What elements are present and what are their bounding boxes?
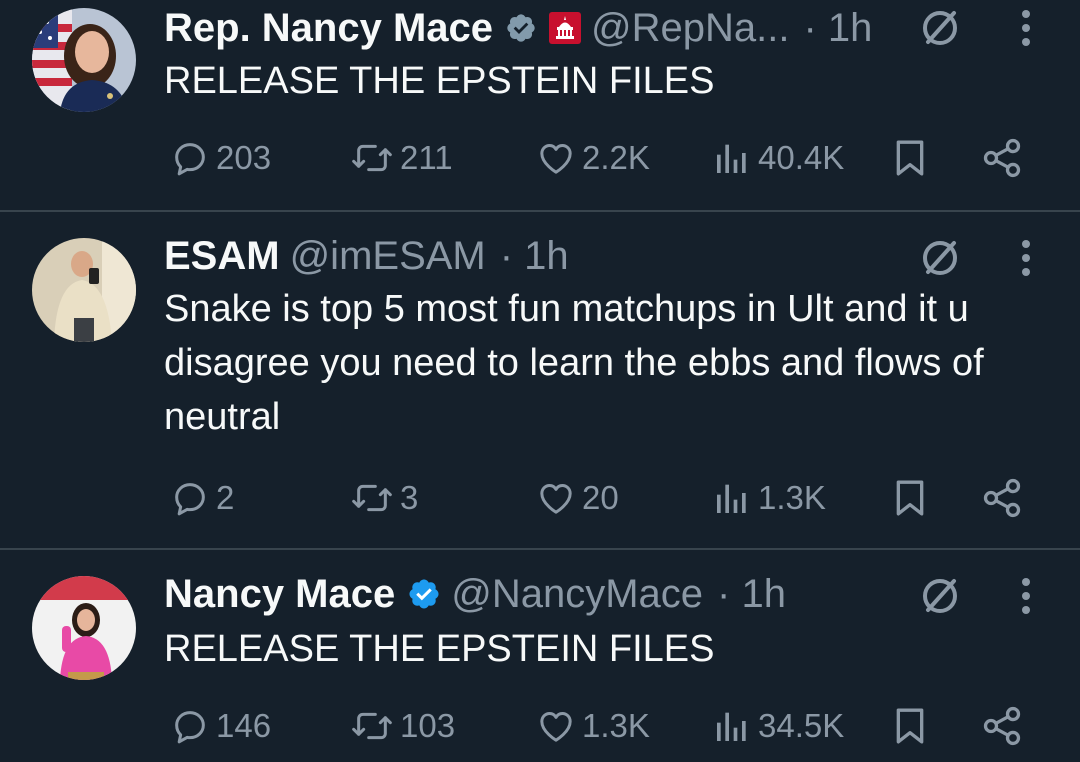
repost-icon bbox=[350, 706, 394, 746]
verified-badge-icon bbox=[505, 12, 537, 44]
user-handle[interactable]: @NancyMace bbox=[451, 572, 703, 617]
tweet[interactable]: Rep. Nancy Mace @RepNa... · 1h RELEASE T… bbox=[0, 0, 1080, 210]
view-count: 34.5K bbox=[758, 707, 845, 744]
view-count: 1.3K bbox=[758, 479, 826, 516]
like-count: 2.2K bbox=[582, 139, 650, 176]
repost-button[interactable]: 3 bbox=[350, 470, 418, 526]
reply-count: 203 bbox=[216, 139, 272, 176]
tweet-header: ESAM @imESAM · 1h bbox=[164, 230, 970, 282]
display-name[interactable]: ESAM bbox=[164, 234, 280, 279]
grok-icon[interactable] bbox=[918, 236, 962, 280]
like-count: 1.3K bbox=[582, 707, 650, 744]
avatar[interactable] bbox=[32, 8, 136, 112]
user-handle[interactable]: @imESAM bbox=[290, 234, 486, 279]
analytics-icon bbox=[712, 478, 752, 518]
reply-count: 2 bbox=[216, 479, 235, 516]
like-button[interactable]: 20 bbox=[536, 470, 619, 526]
analytics-icon bbox=[712, 706, 752, 746]
like-button[interactable]: 1.3K bbox=[536, 698, 650, 754]
share-icon bbox=[980, 136, 1024, 180]
repost-count: 211 bbox=[400, 139, 453, 176]
timeline-feed: Rep. Nancy Mace @RepNa... · 1h RELEASE T… bbox=[0, 0, 1080, 762]
us-house-capitol-icon[interactable] bbox=[549, 12, 582, 44]
more-options-icon[interactable] bbox=[1008, 234, 1044, 282]
heart-icon bbox=[536, 138, 576, 178]
share-button[interactable] bbox=[980, 470, 1030, 526]
display-name[interactable]: Nancy Mace bbox=[164, 572, 395, 617]
verified-badge-icon bbox=[407, 577, 441, 611]
views-button[interactable]: 1.3K bbox=[712, 470, 826, 526]
heart-icon bbox=[536, 478, 576, 518]
bookmark-button[interactable] bbox=[890, 130, 936, 186]
share-icon bbox=[980, 476, 1024, 520]
like-count: 20 bbox=[582, 479, 619, 516]
views-button[interactable]: 40.4K bbox=[712, 130, 844, 186]
reply-icon bbox=[170, 478, 210, 518]
views-button[interactable]: 34.5K bbox=[712, 698, 844, 754]
view-count: 40.4K bbox=[758, 139, 845, 176]
reply-button[interactable]: 2 bbox=[170, 470, 234, 526]
grok-icon[interactable] bbox=[918, 574, 962, 618]
tweet-text: RELEASE THE EPSTEIN FILES bbox=[164, 60, 715, 102]
repost-icon bbox=[350, 478, 394, 518]
repost-count: 3 bbox=[400, 479, 419, 516]
timestamp[interactable]: · 1h bbox=[717, 572, 786, 617]
display-name[interactable]: Rep. Nancy Mace bbox=[164, 6, 493, 51]
heart-icon bbox=[536, 706, 576, 746]
tweet-actions: 146 103 1.3K 34.5K bbox=[0, 698, 1080, 754]
avatar[interactable] bbox=[32, 238, 136, 342]
tweet-header: Rep. Nancy Mace @RepNa... · 1h bbox=[164, 2, 970, 54]
more-options-icon[interactable] bbox=[1008, 4, 1044, 52]
avatar[interactable] bbox=[32, 576, 136, 680]
more-options-icon[interactable] bbox=[1008, 572, 1044, 620]
analytics-icon bbox=[712, 138, 752, 178]
grok-icon[interactable] bbox=[918, 6, 962, 50]
bookmark-icon bbox=[890, 704, 930, 748]
share-button[interactable] bbox=[980, 130, 1030, 186]
bookmark-icon bbox=[890, 476, 930, 520]
share-button[interactable] bbox=[980, 698, 1030, 754]
timestamp[interactable]: · 1h bbox=[500, 234, 569, 279]
user-handle[interactable]: @RepNa... bbox=[591, 6, 789, 51]
reply-count: 146 bbox=[216, 707, 272, 744]
tweet-actions: 203 211 2.2K 40.4K bbox=[0, 130, 1080, 186]
bookmark-button[interactable] bbox=[890, 470, 936, 526]
like-button[interactable]: 2.2K bbox=[536, 130, 650, 186]
tweet[interactable]: ESAM @imESAM · 1h Snake is top 5 most fu… bbox=[0, 212, 1080, 548]
tweet-text: Snake is top 5 most fun matchups in Ult … bbox=[164, 288, 984, 438]
reply-button[interactable]: 203 bbox=[170, 130, 271, 186]
timestamp[interactable]: · 1h bbox=[804, 6, 873, 51]
repost-button[interactable]: 211 bbox=[350, 130, 453, 186]
repost-button[interactable]: 103 bbox=[350, 698, 455, 754]
reply-button[interactable]: 146 bbox=[170, 698, 271, 754]
repost-count: 103 bbox=[400, 707, 456, 744]
tweet-actions: 2 3 20 1.3K bbox=[0, 470, 1080, 526]
tweet-header: Nancy Mace @NancyMace · 1h bbox=[164, 568, 970, 620]
reply-icon bbox=[170, 138, 210, 178]
tweet[interactable]: Nancy Mace @NancyMace · 1h RELEASE THE E… bbox=[0, 550, 1080, 762]
bookmark-icon bbox=[890, 136, 930, 180]
share-icon bbox=[980, 704, 1024, 748]
bookmark-button[interactable] bbox=[890, 698, 936, 754]
reply-icon bbox=[170, 706, 210, 746]
repost-icon bbox=[350, 138, 394, 178]
tweet-text: RELEASE THE EPSTEIN FILES bbox=[164, 628, 715, 670]
